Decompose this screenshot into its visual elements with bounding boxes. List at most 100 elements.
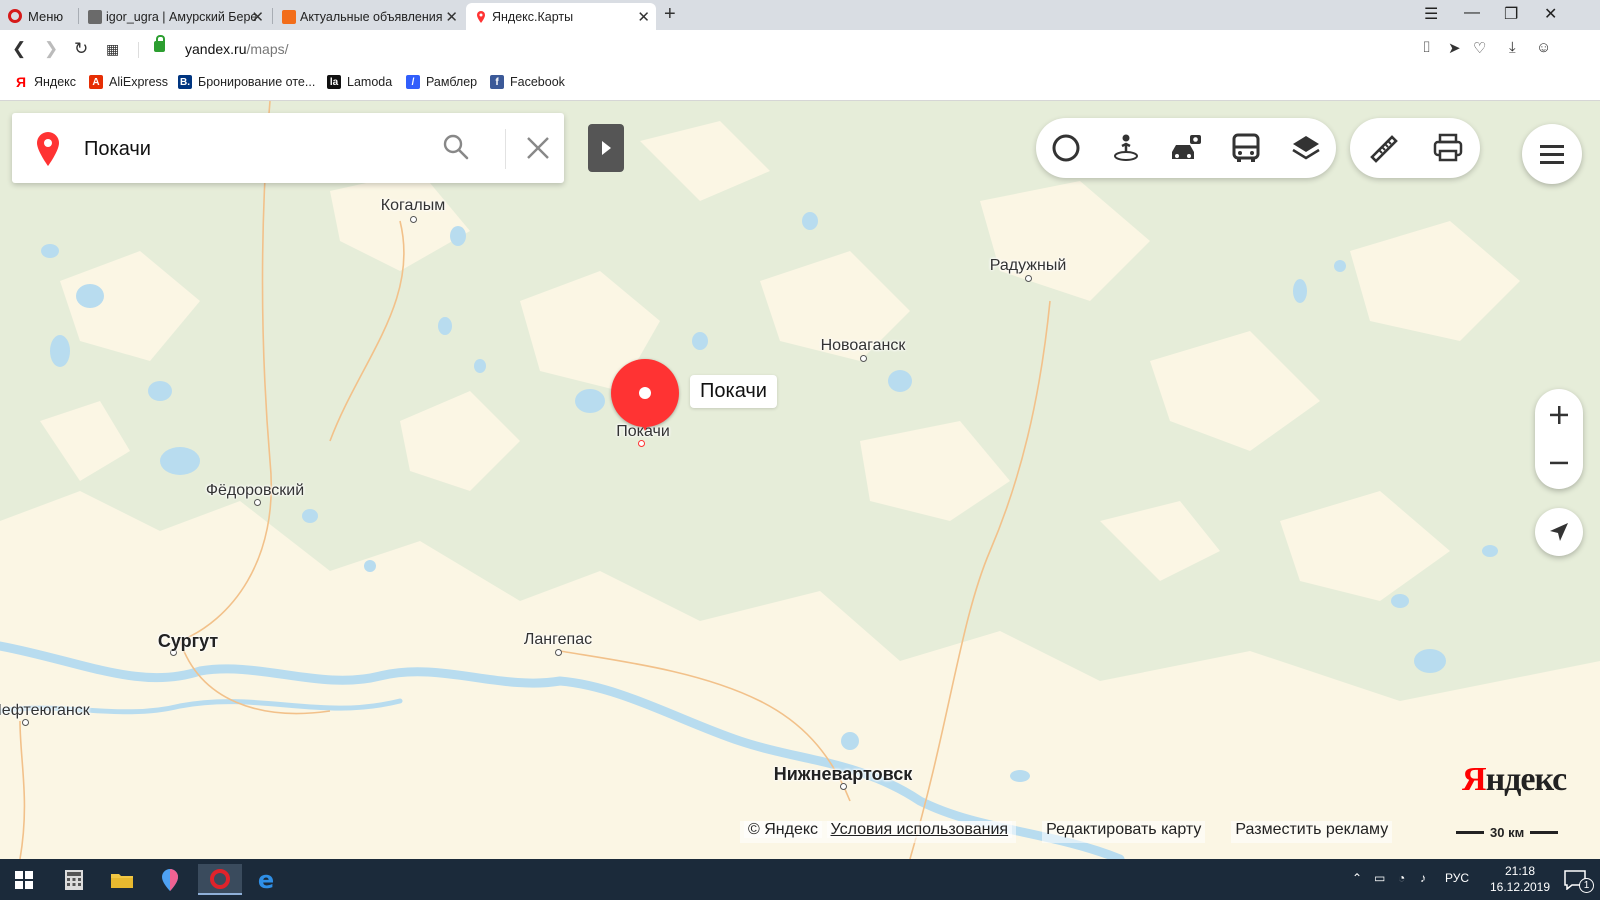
minimize-button[interactable]: — [1464, 4, 1480, 22]
map-canvas[interactable]: Когалым Радужный Новоаганск Покачи Фёдор… [0, 101, 1600, 859]
city-nizhnevartovsk[interactable]: Нижневартовск [774, 764, 913, 785]
scale-bar: 30 км [1456, 821, 1559, 843]
tab-ads[interactable]: Актуальные объявления ✕ [274, 3, 464, 30]
opera-logo-icon [8, 9, 22, 23]
volume-icon[interactable]: ♪ [1420, 871, 1426, 885]
download-icon[interactable]: ⤓ [1509, 39, 1516, 56]
bookmark-yandex[interactable]: Я Яндекс [14, 74, 76, 90]
booking-bookmark-icon: B. [178, 75, 192, 89]
reload-button[interactable]: ↻ [74, 39, 88, 59]
facebook-bookmark-icon: f [490, 75, 504, 89]
tab-separator [78, 8, 79, 24]
bookmark-aliexpress[interactable]: A AliExpress [89, 75, 168, 89]
profile-icon[interactable]: ☺ [1536, 39, 1551, 56]
city-dot [1025, 275, 1032, 282]
pin-center [639, 387, 651, 399]
notification-count: 1 [1579, 878, 1594, 893]
forward-button[interactable]: ❯ [44, 39, 58, 59]
language-indicator[interactable]: РУС [1445, 871, 1469, 885]
restore-button[interactable]: ❐ [1504, 4, 1518, 24]
traffic-icon [1052, 134, 1080, 162]
tab-title: Яндекс.Карты [492, 9, 574, 24]
layers-button[interactable] [1276, 118, 1336, 178]
search-icon[interactable] [442, 133, 470, 161]
camera-icon[interactable]: ⌷ [1422, 39, 1431, 56]
bookmark-facebook[interactable]: f Facebook [490, 75, 565, 89]
close-tab-icon[interactable]: ✕ [637, 8, 650, 26]
opera-menu-button[interactable]: Меню [8, 6, 63, 26]
collapse-panel-button[interactable] [588, 124, 624, 172]
bookmark-lamoda[interactable]: la Lamoda [327, 75, 392, 89]
traffic-button[interactable] [1036, 118, 1096, 178]
new-tab-button[interactable]: + [664, 3, 676, 26]
advertise-link[interactable]: Разместить рекламу [1231, 821, 1393, 843]
url-field[interactable]: yandex.ru/maps/ [185, 41, 289, 57]
print-button[interactable] [1415, 118, 1480, 178]
car-camera-icon [1172, 135, 1201, 159]
close-window-button[interactable]: ✕ [1544, 4, 1557, 24]
location-arrow-icon [1550, 523, 1568, 541]
bookmark-label: Рамблер [426, 75, 478, 89]
file-explorer-app[interactable] [102, 864, 142, 895]
plus-icon [1550, 406, 1568, 424]
yandex-logo[interactable]: Яндекс [1462, 761, 1567, 799]
edge-icon: e [257, 865, 275, 894]
heart-icon[interactable]: ♡ [1473, 39, 1486, 57]
opera-browser-app[interactable] [198, 864, 242, 895]
clear-search-icon[interactable] [525, 135, 551, 161]
zoom-out-button[interactable] [1535, 439, 1583, 487]
system-clock[interactable]: 21:18 16.12.2019 [1483, 863, 1557, 895]
tabs-grid-icon[interactable]: ▦ [106, 41, 119, 58]
measure-print-toolbar [1350, 118, 1480, 178]
calculator-icon [65, 869, 83, 890]
notifications-button[interactable]: 1 [1555, 864, 1595, 895]
battery-icon[interactable]: ▭ [1374, 871, 1385, 885]
send-icon[interactable]: ➤ [1448, 39, 1461, 57]
city-raduzhny[interactable]: Радужный [990, 257, 1067, 275]
ruler-button[interactable] [1350, 118, 1415, 178]
bookmark-label: AliExpress [109, 75, 169, 89]
back-button[interactable]: ❮ [12, 39, 26, 59]
panorama-button[interactable] [1096, 118, 1156, 178]
wifi-icon[interactable]: ◔ [1398, 871, 1405, 885]
main-menu-button[interactable] [1522, 124, 1582, 184]
bookmark-rambler[interactable]: / Рамблер [406, 75, 477, 89]
tab-menu-icon[interactable]: ☰ [1424, 4, 1438, 24]
city-fedorovsky[interactable]: Фёдоровский [206, 482, 304, 500]
city-surgut[interactable]: Сургут [158, 631, 218, 652]
tray-expand-icon[interactable]: ⌃ [1352, 871, 1362, 885]
road-events-button[interactable] [1156, 118, 1216, 178]
edge-browser-app[interactable]: e [246, 864, 286, 895]
map-background [0, 101, 1600, 859]
terms-link[interactable]: Условия использования [826, 821, 1013, 838]
city-dot [22, 719, 29, 726]
city-langepas[interactable]: Лангепас [524, 631, 592, 649]
edit-map-link[interactable]: Редактировать карту [1042, 821, 1206, 843]
close-tab-icon[interactable]: ✕ [445, 8, 458, 26]
geolocation-button[interactable] [1535, 508, 1583, 556]
search-input[interactable] [82, 133, 426, 165]
city-nefteyugansk[interactable]: Нефтеюганск [0, 702, 90, 720]
lock-icon[interactable] [154, 35, 165, 52]
city-novoagansk[interactable]: Новоаганск [821, 337, 906, 355]
close-tab-icon[interactable]: ✕ [251, 8, 264, 26]
start-button[interactable] [4, 864, 44, 895]
tab-favicon-icon [282, 9, 296, 24]
map-pin-icon[interactable] [611, 359, 679, 431]
tab-separator [272, 8, 273, 24]
aliexpress-bookmark-icon: A [89, 75, 103, 89]
minus-icon [1550, 461, 1568, 465]
tab-yandex-maps[interactable]: Яндекс.Карты ✕ [466, 3, 656, 30]
maps-app[interactable] [150, 864, 190, 895]
tab-igor-ugra[interactable]: igor_ugra | Амурский Берег ✕ [80, 3, 270, 30]
calculator-app[interactable] [54, 864, 94, 895]
city-kogalym[interactable]: Когалым [381, 197, 445, 215]
transport-button[interactable] [1216, 118, 1276, 178]
bookmark-label: Бронирование оте... [198, 75, 316, 89]
bookmarks-bar: Я Яндекс A AliExpress B. Бронирование от… [0, 68, 1600, 101]
zoom-in-button[interactable] [1535, 391, 1583, 439]
selected-place-label[interactable]: Покачи [690, 375, 777, 408]
panorama-person-icon [1114, 134, 1138, 161]
bookmark-booking[interactable]: B. Бронирование оте... [178, 75, 315, 89]
url-path: /maps/ [246, 41, 289, 57]
